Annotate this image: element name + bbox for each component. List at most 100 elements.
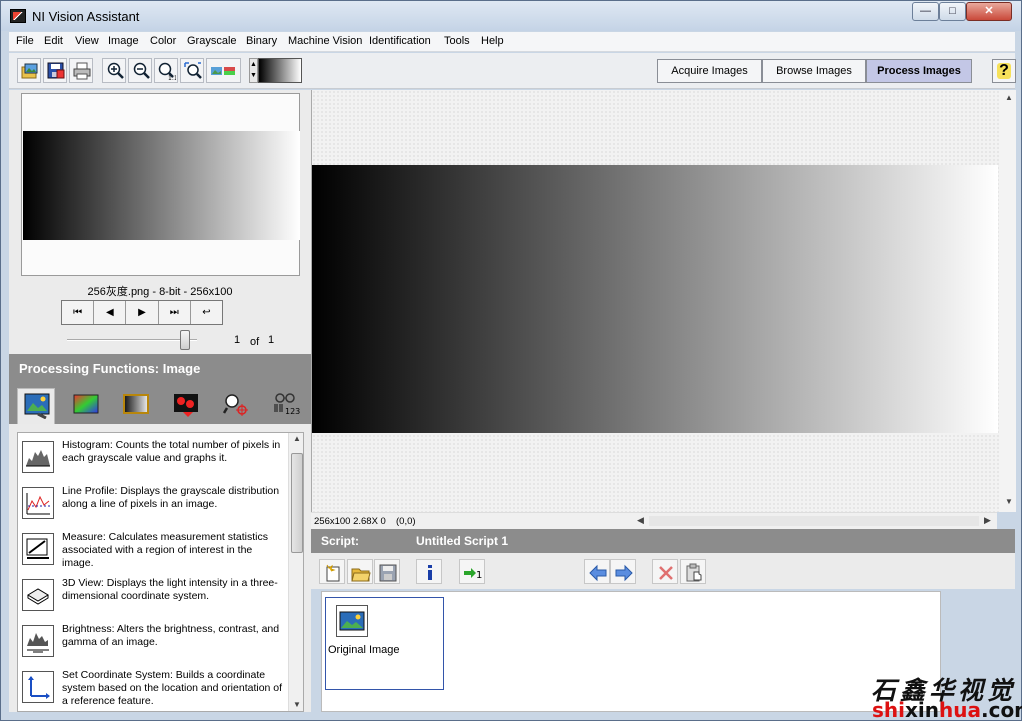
last-image-button[interactable]: ⏭ [159, 301, 191, 324]
run-once-icon: 1 [464, 568, 482, 581]
palette-spinner[interactable]: ▲ ▼ [249, 58, 258, 83]
scroll-right-arrow[interactable]: ▶ [984, 515, 991, 526]
run-once-button[interactable]: 1 [459, 559, 485, 584]
scroll-up-arrow[interactable]: ▲ [289, 433, 303, 445]
open-script-icon [351, 568, 371, 582]
menu-view[interactable]: View [75, 35, 99, 47]
menu-edit[interactable]: Edit [44, 35, 63, 47]
script-info-button[interactable] [416, 559, 442, 584]
delete-step-button[interactable] [652, 559, 678, 584]
zoom-out-button[interactable] [128, 58, 152, 83]
help-button[interactable]: ? [992, 59, 1016, 83]
function-brightness[interactable]: Brightness: Alters the brightness, contr… [18, 623, 288, 669]
minimize-button[interactable]: — [912, 2, 939, 21]
tab-binary-functions[interactable] [167, 388, 205, 422]
image-palette-button[interactable] [206, 58, 241, 83]
script-step-original-image[interactable]: Original Image [325, 597, 444, 690]
processing-function-tabs: 123 [9, 384, 311, 424]
menu-machine-vision[interactable]: Machine Vision [288, 35, 362, 47]
grayscale-functions-icon [123, 394, 149, 414]
viewer-horizontal-scrollbar[interactable] [649, 516, 979, 526]
scroll-down-arrow[interactable]: ▼ [1001, 496, 1017, 508]
arrow-left-icon [589, 564, 607, 582]
scroll-up-arrow[interactable]: ▲ [1001, 92, 1017, 104]
scroll-left-arrow[interactable]: ◀ [637, 515, 644, 526]
move-step-left-button[interactable] [584, 559, 610, 584]
grayscale-gradient-image [312, 165, 998, 433]
clipboard-hand-icon [686, 563, 702, 582]
function-description: Histogram: Counts the total number of pi… [62, 439, 281, 464]
script-name: Untitled Script 1 [416, 534, 509, 548]
function-description: 3D View: Displays the light intensity in… [62, 577, 278, 602]
function-description: Measure: Calculates measurement statisti… [62, 531, 268, 569]
open-image-button[interactable] [17, 58, 41, 83]
function-line-profile[interactable]: Line Profile: Displays the grayscale dis… [18, 485, 288, 531]
new-script-icon [326, 564, 340, 582]
image-browser-thumbnail[interactable] [21, 93, 300, 276]
zoom-fit-button[interactable] [180, 58, 204, 83]
zoom-in-icon [107, 62, 124, 79]
paste-step-button[interactable] [680, 559, 706, 584]
line-profile-icon [22, 487, 54, 519]
function-list-scrollbar[interactable]: ▲ ▼ [288, 433, 303, 711]
processing-functions-header: Processing Functions: Image [9, 354, 311, 384]
function-3d-view[interactable]: 3D View: Displays the light intensity in… [18, 577, 288, 623]
open-image-icon [21, 63, 38, 79]
save-script-button[interactable] [374, 559, 400, 584]
info-icon [428, 565, 432, 580]
watermark-domain: shixinhua.com [872, 698, 1022, 721]
main-toolbar: 1:1 ▲ ▼ Acquire Images Browse Images Proc… [9, 53, 1016, 89]
menu-tools[interactable]: Tools [444, 35, 470, 47]
new-script-button[interactable] [319, 559, 345, 584]
arrow-right-icon [615, 564, 633, 582]
tab-image-functions[interactable] [17, 388, 55, 424]
open-script-button[interactable] [347, 559, 373, 584]
app-window: NI Vision Assistant — □ ✕ File Edit View… [0, 0, 1022, 721]
3d-view-icon [22, 579, 54, 611]
return-button[interactable]: ↩ [191, 301, 222, 324]
menu-image[interactable]: Image [108, 35, 139, 47]
title-bar: NI Vision Assistant — □ ✕ [1, 1, 1021, 31]
next-image-button[interactable]: ▶ [126, 301, 159, 324]
image-display[interactable]: ▲ ▼ [311, 90, 1016, 512]
first-image-button[interactable]: ⏮ [62, 301, 95, 324]
script-steps-area[interactable]: Original Image [321, 591, 941, 712]
scroll-down-arrow[interactable]: ▼ [289, 699, 303, 711]
tab-machine-vision[interactable] [217, 388, 255, 422]
tab-process-images[interactable]: Process Images [866, 59, 972, 83]
zoom-1to1-button[interactable]: 1:1 [154, 58, 178, 83]
menu-file[interactable]: File [16, 35, 34, 47]
previous-image-button[interactable]: ◀ [94, 301, 127, 324]
print-button[interactable] [69, 58, 93, 83]
grayscale-palette-bar [258, 58, 302, 83]
tab-acquire-images[interactable]: Acquire Images [657, 59, 762, 83]
menu-help[interactable]: Help [481, 35, 504, 47]
move-step-right-button[interactable] [610, 559, 636, 584]
thumbnail-caption: 256灰度.png - 8-bit - 256x100 [87, 286, 233, 298]
menu-identification[interactable]: Identification [369, 35, 431, 47]
tab-identification[interactable]: 123 [267, 388, 305, 422]
original-image-icon [336, 605, 368, 637]
zoom-in-button[interactable] [102, 58, 126, 83]
menu-grayscale[interactable]: Grayscale [187, 35, 237, 47]
close-button[interactable]: ✕ [966, 2, 1012, 21]
histogram-icon [22, 441, 54, 473]
image-index: 1 [234, 334, 241, 346]
function-set-coordinate-system[interactable]: Set Coordinate System: Builds a coordina… [18, 669, 288, 711]
function-histogram[interactable]: Histogram: Counts the total number of pi… [18, 439, 288, 485]
tab-grayscale-functions[interactable] [117, 388, 155, 422]
menu-binary[interactable]: Binary [246, 35, 277, 47]
image-slider-thumb[interactable] [180, 330, 190, 350]
menu-bar: File Edit View Image Color Grayscale Bin… [9, 32, 1015, 52]
tab-color-functions[interactable] [67, 388, 105, 422]
tab-browse-images[interactable]: Browse Images [762, 59, 866, 83]
processing-function-list: Histogram: Counts the total number of pi… [17, 432, 304, 712]
save-image-button[interactable] [43, 58, 67, 83]
image-slider-track[interactable] [67, 339, 197, 341]
ni-vision-app-icon [10, 9, 26, 23]
maximize-button[interactable]: □ [939, 2, 966, 21]
function-measure[interactable]: Measure: Calculates measurement statisti… [18, 531, 288, 577]
viewer-vertical-scrollbar[interactable]: ▲ ▼ [999, 90, 1016, 512]
menu-color[interactable]: Color [150, 35, 176, 47]
scrollbar-thumb[interactable] [291, 453, 303, 553]
